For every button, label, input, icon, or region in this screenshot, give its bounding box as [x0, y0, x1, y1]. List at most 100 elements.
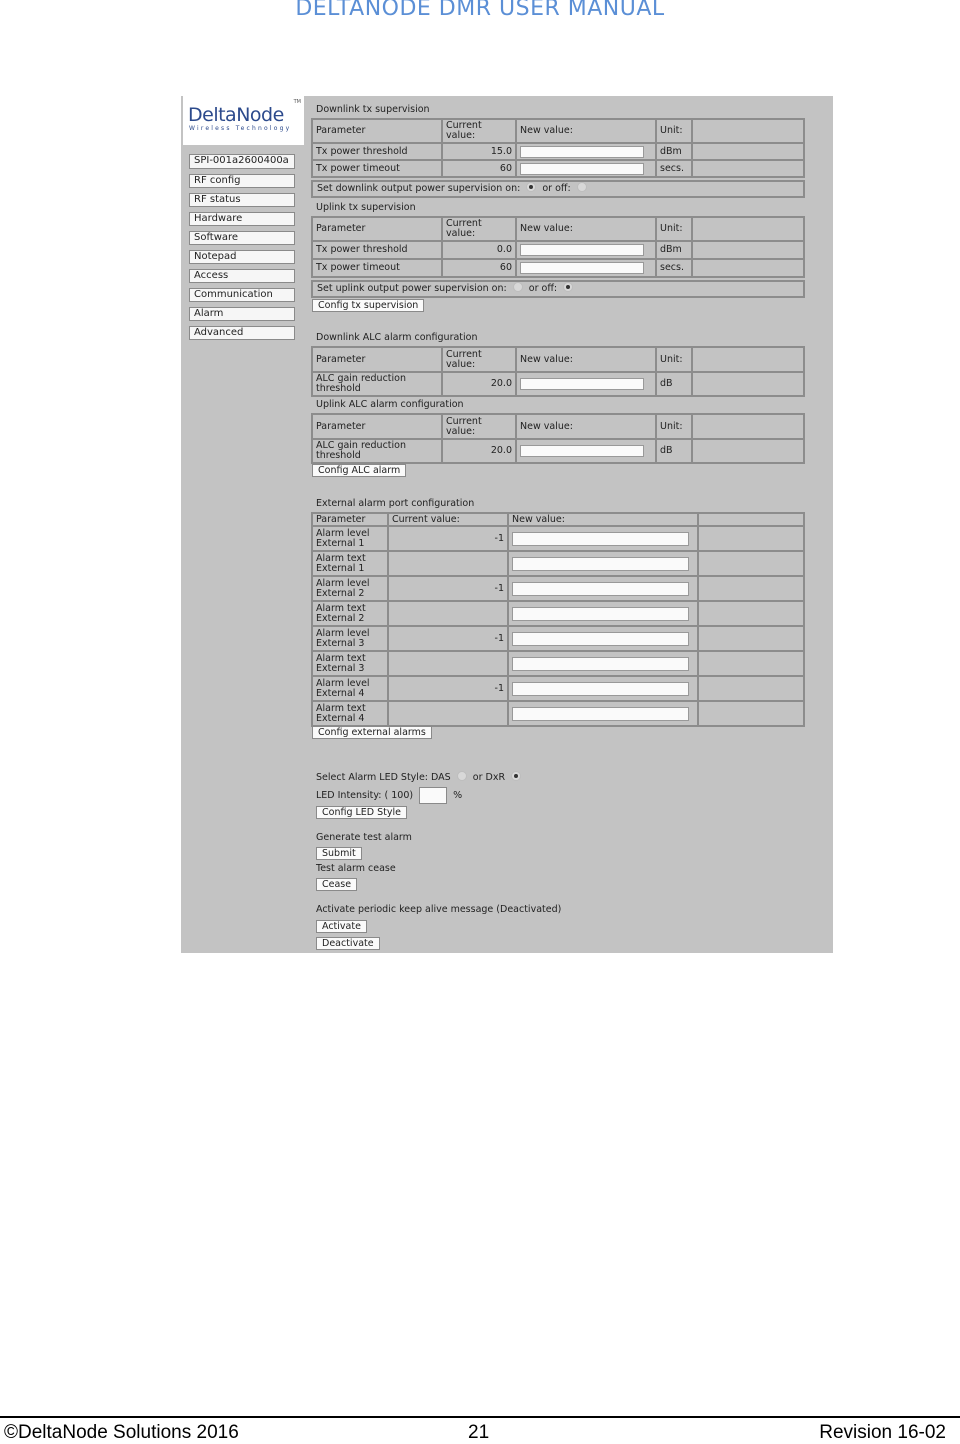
- current-value: -1: [387, 525, 509, 552]
- config-external-alarms-button[interactable]: Config external alarms: [312, 726, 432, 739]
- table-row: Alarm level External 3 -1: [311, 625, 805, 652]
- ul-alc-threshold-input[interactable]: [520, 445, 644, 457]
- param-name: Tx power threshold: [311, 142, 443, 161]
- ul-supervision-label: Set uplink output power supervision on:: [317, 283, 507, 294]
- current-value: [387, 600, 509, 627]
- alarm-level-ext1-input[interactable]: [512, 531, 689, 546]
- dl-alc-threshold-input[interactable]: [520, 378, 644, 390]
- table-row: Alarm text External 2: [311, 600, 805, 627]
- param-name: Alarm text External 4: [311, 700, 389, 727]
- led-style-label: Select Alarm LED Style: DAS: [316, 772, 451, 783]
- uplink-tx-title: Uplink tx supervision: [316, 202, 416, 213]
- current-value: 0.0: [441, 240, 517, 260]
- unit: dBm: [655, 142, 693, 161]
- col-current-value: Current value:: [387, 512, 509, 527]
- activate-button[interactable]: Activate: [316, 920, 367, 933]
- config-tx-supervision-button[interactable]: Config tx supervision: [312, 299, 425, 312]
- alarm-text-ext1-input[interactable]: [512, 556, 689, 571]
- keep-alive-label: Activate periodic keep alive message (De…: [316, 904, 562, 915]
- led-intensity-input[interactable]: [419, 787, 448, 804]
- col-current-value: Current value:: [441, 216, 517, 242]
- led-das-radio[interactable]: [456, 770, 467, 781]
- table-row: Tx power timeout 60 secs.: [311, 258, 805, 278]
- unit: dB: [655, 371, 693, 397]
- current-value: -1: [387, 675, 509, 702]
- table-header-row: Parameter Current value: New value:: [311, 512, 805, 527]
- dl-supervision-label: Set downlink output power supervision on…: [317, 183, 521, 194]
- param-name: Alarm level External 1: [311, 525, 389, 552]
- param-name: Alarm text External 2: [311, 600, 389, 627]
- dl-supervision-off-radio[interactable]: [576, 181, 587, 192]
- sidebar-item-notepad[interactable]: Notepad: [189, 250, 295, 264]
- submit-button[interactable]: Submit: [316, 847, 362, 860]
- uplink-supervision-row: Set uplink output power supervision on: …: [311, 280, 805, 298]
- ul-supervision-off-label: or off:: [528, 283, 558, 294]
- dl-supervision-on-radio[interactable]: [526, 181, 537, 192]
- cease-button[interactable]: Cease: [316, 878, 358, 891]
- col-new-value: New value:: [515, 346, 657, 373]
- param-name: Alarm level External 3: [311, 625, 389, 652]
- current-value: [387, 700, 509, 727]
- sidebar-nav: SPI-001a2600400a RF config RF status Har…: [189, 154, 297, 345]
- col-parameter: Parameter: [311, 413, 443, 440]
- alarm-level-ext2-input[interactable]: [512, 581, 689, 596]
- dl-tx-timeout-input[interactable]: [520, 162, 644, 175]
- sidebar-item-hardware[interactable]: Hardware: [189, 212, 295, 226]
- sidebar-item-rf-config[interactable]: RF config: [189, 174, 295, 188]
- param-name: Tx power threshold: [311, 240, 443, 260]
- param-name: Alarm level External 4: [311, 675, 389, 702]
- alarm-level-ext3-input[interactable]: [512, 631, 689, 646]
- alarm-text-ext2-input[interactable]: [512, 606, 689, 621]
- downlink-alc-title: Downlink ALC alarm configuration: [316, 332, 478, 343]
- current-value: -1: [387, 575, 509, 602]
- downlink-alc-table: Parameter Current value: New value: Unit…: [311, 346, 805, 397]
- param-name: Tx power timeout: [311, 258, 443, 278]
- col-unit: Unit:: [655, 216, 693, 242]
- deactivate-button[interactable]: Deactivate: [316, 937, 380, 950]
- current-value: [387, 550, 509, 577]
- uplink-tx-table: Parameter Current value: New value: Unit…: [311, 216, 805, 278]
- col-new-value: New value:: [515, 216, 657, 242]
- ul-supervision-off-radio[interactable]: [563, 281, 574, 292]
- current-value: [387, 650, 509, 677]
- sidebar-item-communication[interactable]: Communication: [189, 288, 295, 302]
- dl-tx-threshold-input[interactable]: [520, 145, 644, 158]
- col-parameter: Parameter: [311, 216, 443, 242]
- col-current-value: Current value:: [441, 346, 517, 373]
- config-alc-alarm-button[interactable]: Config ALC alarm: [312, 464, 407, 477]
- table-header-row: Parameter Current value: New value: Unit…: [311, 216, 805, 242]
- col-unit: Unit:: [655, 118, 693, 144]
- current-value: 60: [441, 159, 517, 178]
- sidebar-item-advanced[interactable]: Advanced: [189, 326, 295, 340]
- col-parameter: Parameter: [311, 346, 443, 373]
- ul-supervision-on-radio[interactable]: [512, 281, 523, 292]
- led-dxr-label: or DxR: [472, 772, 506, 783]
- led-dxr-radio[interactable]: [511, 770, 522, 781]
- unit: dB: [655, 438, 693, 464]
- table-header-row: Parameter Current value: New value: Unit…: [311, 413, 805, 440]
- ul-tx-timeout-input[interactable]: [520, 262, 644, 274]
- uplink-alc-title: Uplink ALC alarm configuration: [316, 399, 464, 410]
- sidebar-item-access[interactable]: Access: [189, 269, 295, 283]
- unit: secs.: [655, 258, 693, 278]
- ul-tx-threshold-input[interactable]: [520, 244, 644, 256]
- param-name: ALC gain reduction threshold: [311, 371, 443, 397]
- current-value: 60: [441, 258, 517, 278]
- alarm-text-ext4-input[interactable]: [512, 706, 689, 721]
- col-parameter: Parameter: [311, 118, 443, 144]
- sidebar-item-alarm[interactable]: Alarm: [189, 307, 295, 321]
- alarm-level-ext4-input[interactable]: [512, 681, 689, 696]
- unit: dBm: [655, 240, 693, 260]
- sidebar-item-software[interactable]: Software: [189, 231, 295, 245]
- table-header-row: Parameter Current value: New value: Unit…: [311, 346, 805, 373]
- document-header: DELTANODE DMR USER MANUAL: [295, 0, 665, 21]
- logo-tm: TM: [293, 99, 301, 105]
- table-row: Alarm level External 1 -1: [311, 525, 805, 552]
- table-row: Alarm text External 3: [311, 650, 805, 677]
- config-led-style-button[interactable]: Config LED Style: [316, 806, 407, 819]
- alarm-text-ext3-input[interactable]: [512, 656, 689, 671]
- sidebar-item-rf-status[interactable]: RF status: [189, 193, 295, 207]
- table-row: Alarm text External 4: [311, 700, 805, 727]
- sidebar-item-device-id[interactable]: SPI-001a2600400a: [189, 154, 295, 169]
- col-unit: Unit:: [655, 346, 693, 373]
